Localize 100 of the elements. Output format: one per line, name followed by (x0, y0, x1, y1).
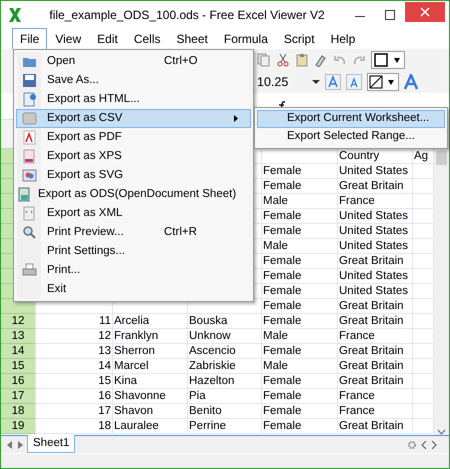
maximize-icon[interactable] (385, 10, 395, 20)
gear-icon[interactable] (407, 440, 417, 450)
menu-item[interactable]: Cells (126, 28, 168, 50)
table-cell: France (338, 404, 413, 419)
table-cell: France (338, 389, 413, 404)
table-cell: Shavonne (113, 389, 188, 404)
table-cell: Male (262, 359, 338, 374)
close-button[interactable] (405, 2, 445, 22)
menu-item[interactable]: Print... (16, 261, 251, 280)
document-icon (22, 206, 36, 221)
table-cell: Pia (188, 389, 262, 404)
table-cell: United States (338, 209, 413, 224)
table-cell: Female (262, 284, 338, 299)
font-color-icon[interactable] (404, 74, 418, 90)
table-cell: Female (262, 374, 338, 389)
diagonal-border-dropdown-icon[interactable] (367, 73, 399, 91)
copy-icon[interactable] (257, 53, 271, 67)
scroll-right-icon[interactable] (431, 440, 437, 448)
cut-icon[interactable] (276, 53, 290, 67)
shortcut-text: Ctrl+R (164, 226, 197, 238)
table-cell: France (338, 329, 413, 344)
menu-item[interactable]: Export Current Worksheet... (257, 110, 445, 128)
menu-item[interactable]: Save As... (16, 71, 251, 90)
menu-item[interactable]: Export as HTML... (16, 90, 251, 109)
table-cell: 13 (36, 344, 113, 359)
table-cell: Female (262, 209, 338, 224)
row-header[interactable]: 18 (1, 404, 36, 419)
table-cell: 15 (36, 374, 113, 389)
menu-item[interactable]: Export as PDF (16, 128, 251, 147)
table-cell: Hazelton (188, 374, 262, 389)
caret-icon[interactable] (312, 79, 320, 85)
table-cell: Unknow (188, 329, 262, 344)
font-size-field[interactable]: 10.25 (257, 72, 307, 92)
table-cell: Female (262, 269, 338, 284)
menu-item[interactable]: Export Selected Range... (257, 128, 445, 146)
table-cell: Perrine (188, 419, 262, 434)
menu-item[interactable]: Export as ODS(OpenDocument Sheet) (16, 185, 251, 204)
menu-item[interactable]: Print Preview... Ctrl+R (16, 223, 251, 242)
row-header[interactable]: 14 (1, 344, 36, 359)
document-icon (22, 92, 36, 107)
table-cell: Bouska (188, 314, 262, 329)
menu-item[interactable]: Sheet (168, 28, 216, 50)
table-cell: Female (262, 224, 338, 239)
table-cell: United States (338, 164, 413, 179)
next-sheet-icon[interactable] (17, 440, 23, 448)
table-cell: Shavon (113, 404, 188, 419)
border-dropdown-icon[interactable] (371, 51, 405, 69)
row-header[interactable]: 19 (1, 419, 36, 434)
menu-item[interactable]: Print Settings... (16, 242, 251, 261)
table-cell: Ascencio (188, 344, 262, 359)
menu-item[interactable]: Export as XPS (16, 147, 251, 166)
table-cell: 17 (36, 404, 113, 419)
table-cell: 16 (36, 389, 113, 404)
table-cell: 12 (36, 329, 113, 344)
font-increase-icon[interactable] (325, 74, 341, 90)
table-cell: Great Britain (338, 344, 413, 359)
menu-item[interactable]: Help (322, 28, 364, 50)
menu-item[interactable]: View (47, 28, 90, 50)
brush-icon[interactable] (314, 53, 328, 67)
table-cell: Great Britain (338, 359, 413, 374)
table-cell: Lauralee (113, 419, 188, 434)
table-cell: Arcelia (113, 314, 188, 329)
scroll-left-icon[interactable] (421, 440, 427, 448)
table-cell: 14 (36, 359, 113, 374)
previous-sheet-icon[interactable] (7, 440, 13, 448)
clipboard-icon[interactable] (295, 53, 309, 67)
menu-item[interactable]: Export as CSV (16, 109, 251, 128)
row-header[interactable]: 17 (1, 389, 36, 404)
table-cell: Benito (188, 404, 262, 419)
table-cell: Female (262, 389, 338, 404)
menu-item[interactable]: Open Ctrl+O (16, 52, 251, 71)
table-cell: Female (262, 419, 338, 434)
table-cell: Female (262, 254, 338, 269)
scrollbar-thumb[interactable] (436, 151, 447, 165)
magnifier-icon (22, 225, 36, 240)
menu-item[interactable]: File (12, 28, 48, 50)
row-header[interactable]: 15 (1, 359, 36, 374)
table-cell: Great Britain (338, 374, 413, 389)
document-icon (22, 149, 36, 164)
row-header[interactable]: 16 (1, 374, 36, 389)
document-icon (17, 187, 32, 202)
block-icon (22, 111, 36, 126)
scroll-down-icon[interactable] (437, 429, 446, 435)
menu-item[interactable]: Edit (89, 28, 126, 50)
sheet-tab[interactable]: Sheet1 (27, 434, 76, 454)
close-icon[interactable] (420, 7, 430, 17)
table-cell: Male (262, 239, 338, 254)
menu-item[interactable]: Export as XML (16, 204, 251, 223)
table-cell: Female (262, 179, 338, 194)
row-header[interactable]: 12 (1, 314, 36, 329)
row-header[interactable]: 13 (1, 329, 36, 344)
menu-item[interactable]: Export as SVG (16, 166, 251, 185)
menu-item[interactable]: Script (276, 28, 323, 50)
table-cell: Male (262, 329, 338, 344)
menu-item[interactable]: Formula (216, 28, 276, 50)
table-cell: Female (262, 164, 338, 179)
menu-item[interactable]: Exit (16, 280, 251, 299)
table-cell: 11 (36, 314, 113, 329)
font-decrease-icon[interactable] (346, 74, 362, 90)
table-cell: 18 (36, 419, 113, 434)
